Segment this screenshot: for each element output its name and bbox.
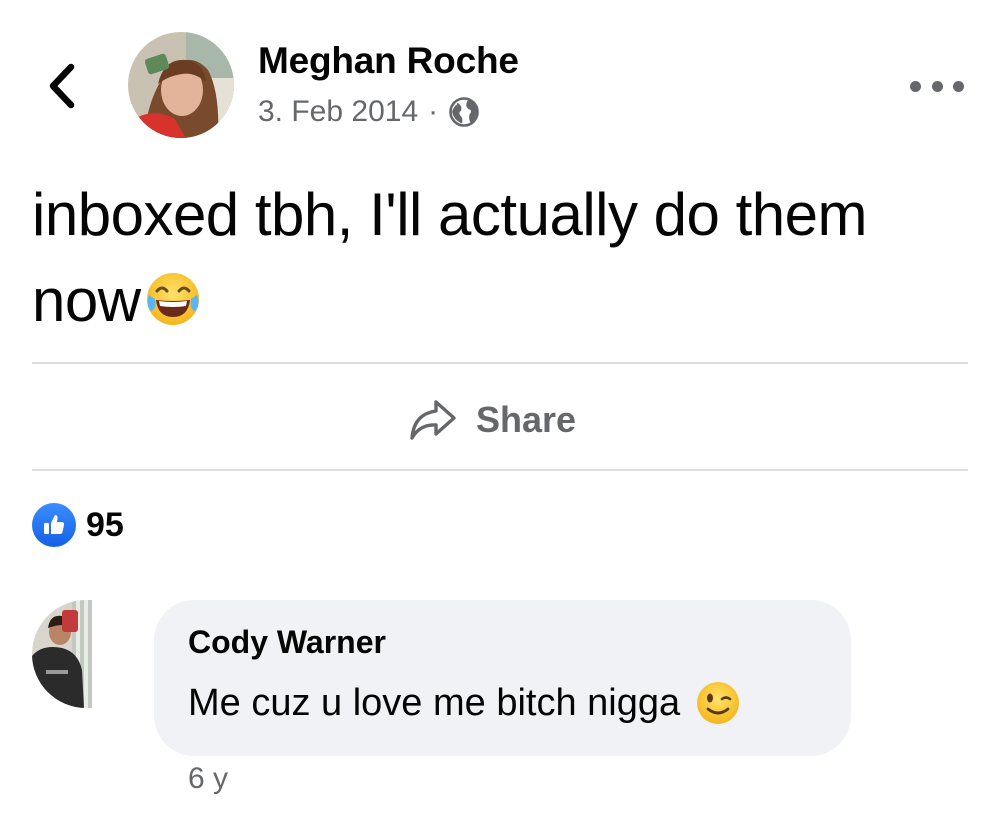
comment-timestamp[interactable]: 6 y	[188, 762, 228, 796]
author-avatar[interactable]	[128, 32, 234, 138]
more-dot-icon	[931, 80, 943, 92]
post-meta: 3. Feb 2014 ·	[258, 92, 480, 132]
commenter-avatar[interactable]	[32, 600, 92, 708]
meta-separator: ·	[428, 95, 439, 128]
face-with-tears-of-joy-emoji	[146, 273, 199, 325]
like-reaction-icon	[32, 503, 76, 547]
post-text-line2: now	[32, 267, 141, 334]
post-text-line1: inboxed tbh, I'll actually do them	[32, 181, 867, 248]
winking-face-emoji	[697, 682, 740, 724]
comment-bubble[interactable]: Cody Warner Me cuz u love me bitch nigga	[154, 600, 851, 756]
author-name[interactable]: Meghan Roche	[258, 40, 519, 82]
share-label: Share	[476, 399, 577, 440]
chevron-left-icon	[49, 63, 75, 109]
divider-bottom	[32, 469, 968, 471]
globe-icon	[449, 97, 479, 127]
comment-text: Me cuz u love me bitch nigga	[188, 679, 819, 727]
share-button[interactable]: Share	[408, 390, 576, 450]
post-page: Meghan Roche 3. Feb 2014 · inboxed tbh, …	[0, 0, 1000, 813]
back-button[interactable]	[38, 58, 86, 114]
divider-top	[32, 362, 968, 364]
more-options-button[interactable]	[910, 72, 964, 100]
more-dot-icon	[953, 80, 964, 92]
more-dot-icon	[910, 80, 921, 92]
commenter-name[interactable]: Cody Warner	[188, 624, 819, 661]
comment-text-body: Me cuz u love me bitch nigga	[188, 681, 681, 724]
reactions-summary[interactable]: 95	[32, 500, 124, 550]
post-date[interactable]: 3. Feb 2014	[258, 95, 418, 129]
share-arrow-icon	[410, 400, 456, 440]
post-text-line2-wrap: now	[32, 258, 962, 344]
post-text: inboxed tbh, I'll actually do them now	[32, 172, 962, 344]
reaction-count: 95	[86, 505, 124, 544]
